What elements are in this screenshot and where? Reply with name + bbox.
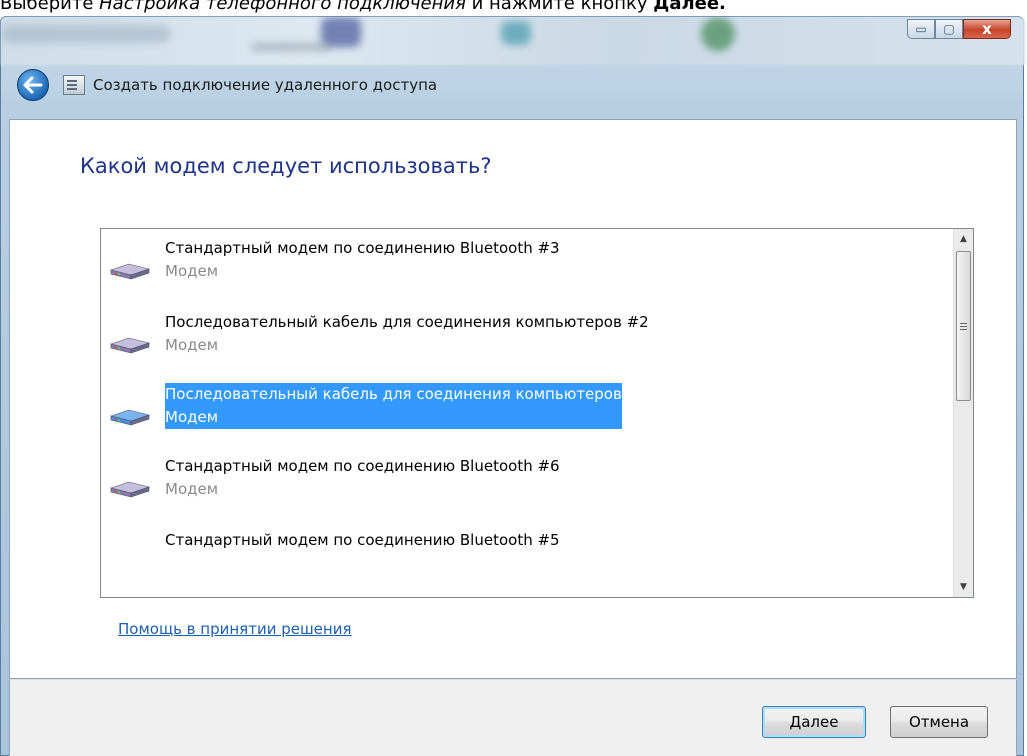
list-item-text: Последовательный кабель для соединения к… [165, 311, 649, 357]
list-item-name: Стандартный модем по соединению Bluetoot… [165, 531, 560, 549]
vertical-scrollbar[interactable]: ▲ ▼ [953, 229, 973, 597]
footer-bar: Далее Отмена [9, 679, 1017, 756]
next-button[interactable]: Далее [762, 706, 866, 738]
list-item-type: Модем [165, 336, 219, 354]
list-item[interactable]: Стандартный модем по соединению Bluetoot… [101, 523, 941, 583]
list-item[interactable]: Последовательный кабель для соединения к… [101, 377, 941, 437]
back-arrow-icon [23, 76, 43, 94]
modem-icon [109, 481, 151, 498]
help-link[interactable]: Помощь в принятии решения [118, 620, 352, 638]
scroll-grip-icon [960, 325, 967, 327]
list-item-text: Стандартный модем по соединению Bluetoot… [165, 529, 560, 552]
instruction-part: Далее. [653, 0, 726, 14]
minimize-button[interactable]: ▭ [907, 19, 935, 39]
scroll-thumb[interactable] [956, 251, 971, 401]
wizard-window: ▭ ▢ x Создать подключение удаленного дос… [0, 16, 1025, 756]
content-panel: Какой модем следует использовать? Станда… [9, 119, 1017, 679]
list-item-name: Стандартный модем по соединению Bluetoot… [165, 457, 560, 475]
modem-icon [109, 263, 151, 280]
back-button[interactable] [17, 69, 49, 101]
list-item-name: Стандартный модем по соединению Bluetoot… [165, 239, 560, 257]
caption-buttons: ▭ ▢ x [907, 19, 1011, 39]
close-button[interactable]: x [963, 19, 1011, 39]
list-item[interactable]: Стандартный модем по соединению Bluetoot… [101, 449, 941, 509]
list-item-type: Модем [165, 480, 219, 498]
list-item-text: Стандартный модем по соединению Bluetoot… [165, 455, 560, 501]
modem-listbox[interactable]: Стандартный модем по соединению Bluetoot… [100, 228, 974, 598]
scroll-up-arrow[interactable]: ▲ [954, 229, 973, 249]
instruction-part: и нажмите кнопку [465, 0, 654, 14]
instruction-part: Выберите [0, 0, 100, 14]
list-item-name: Последовательный кабель для соединения к… [165, 313, 649, 331]
list-item-name: Последовательный кабель для соединения к… [165, 385, 622, 403]
window-title: Создать подключение удаленного доступа [93, 76, 438, 94]
scroll-down-arrow[interactable]: ▼ [954, 577, 973, 597]
instruction-text: Выберите Настройка телефонного подключен… [0, 0, 1027, 17]
list-item-type: Модем [165, 262, 219, 280]
list-item-type: Модем [165, 408, 219, 426]
modem-icon [109, 337, 151, 354]
instruction-part: Настройка телефонного подключения [99, 0, 466, 14]
nav-bar: Создать подключение удаленного доступа [17, 65, 437, 105]
list-item-text: Стандартный модем по соединению Bluetoot… [165, 237, 560, 283]
blurred-background [1, 17, 1025, 65]
wizard-window-icon [63, 75, 85, 95]
cancel-button[interactable]: Отмена [890, 706, 988, 738]
maximize-button[interactable]: ▢ [935, 19, 963, 39]
modem-icon [109, 409, 151, 426]
list-item-text: Последовательный кабель для соединения к… [165, 383, 622, 429]
page-heading: Какой модем следует использовать? [80, 154, 492, 178]
list-item[interactable]: Стандартный модем по соединению Bluetoot… [101, 231, 941, 291]
list-item[interactable]: Последовательный кабель для соединения к… [101, 305, 941, 365]
